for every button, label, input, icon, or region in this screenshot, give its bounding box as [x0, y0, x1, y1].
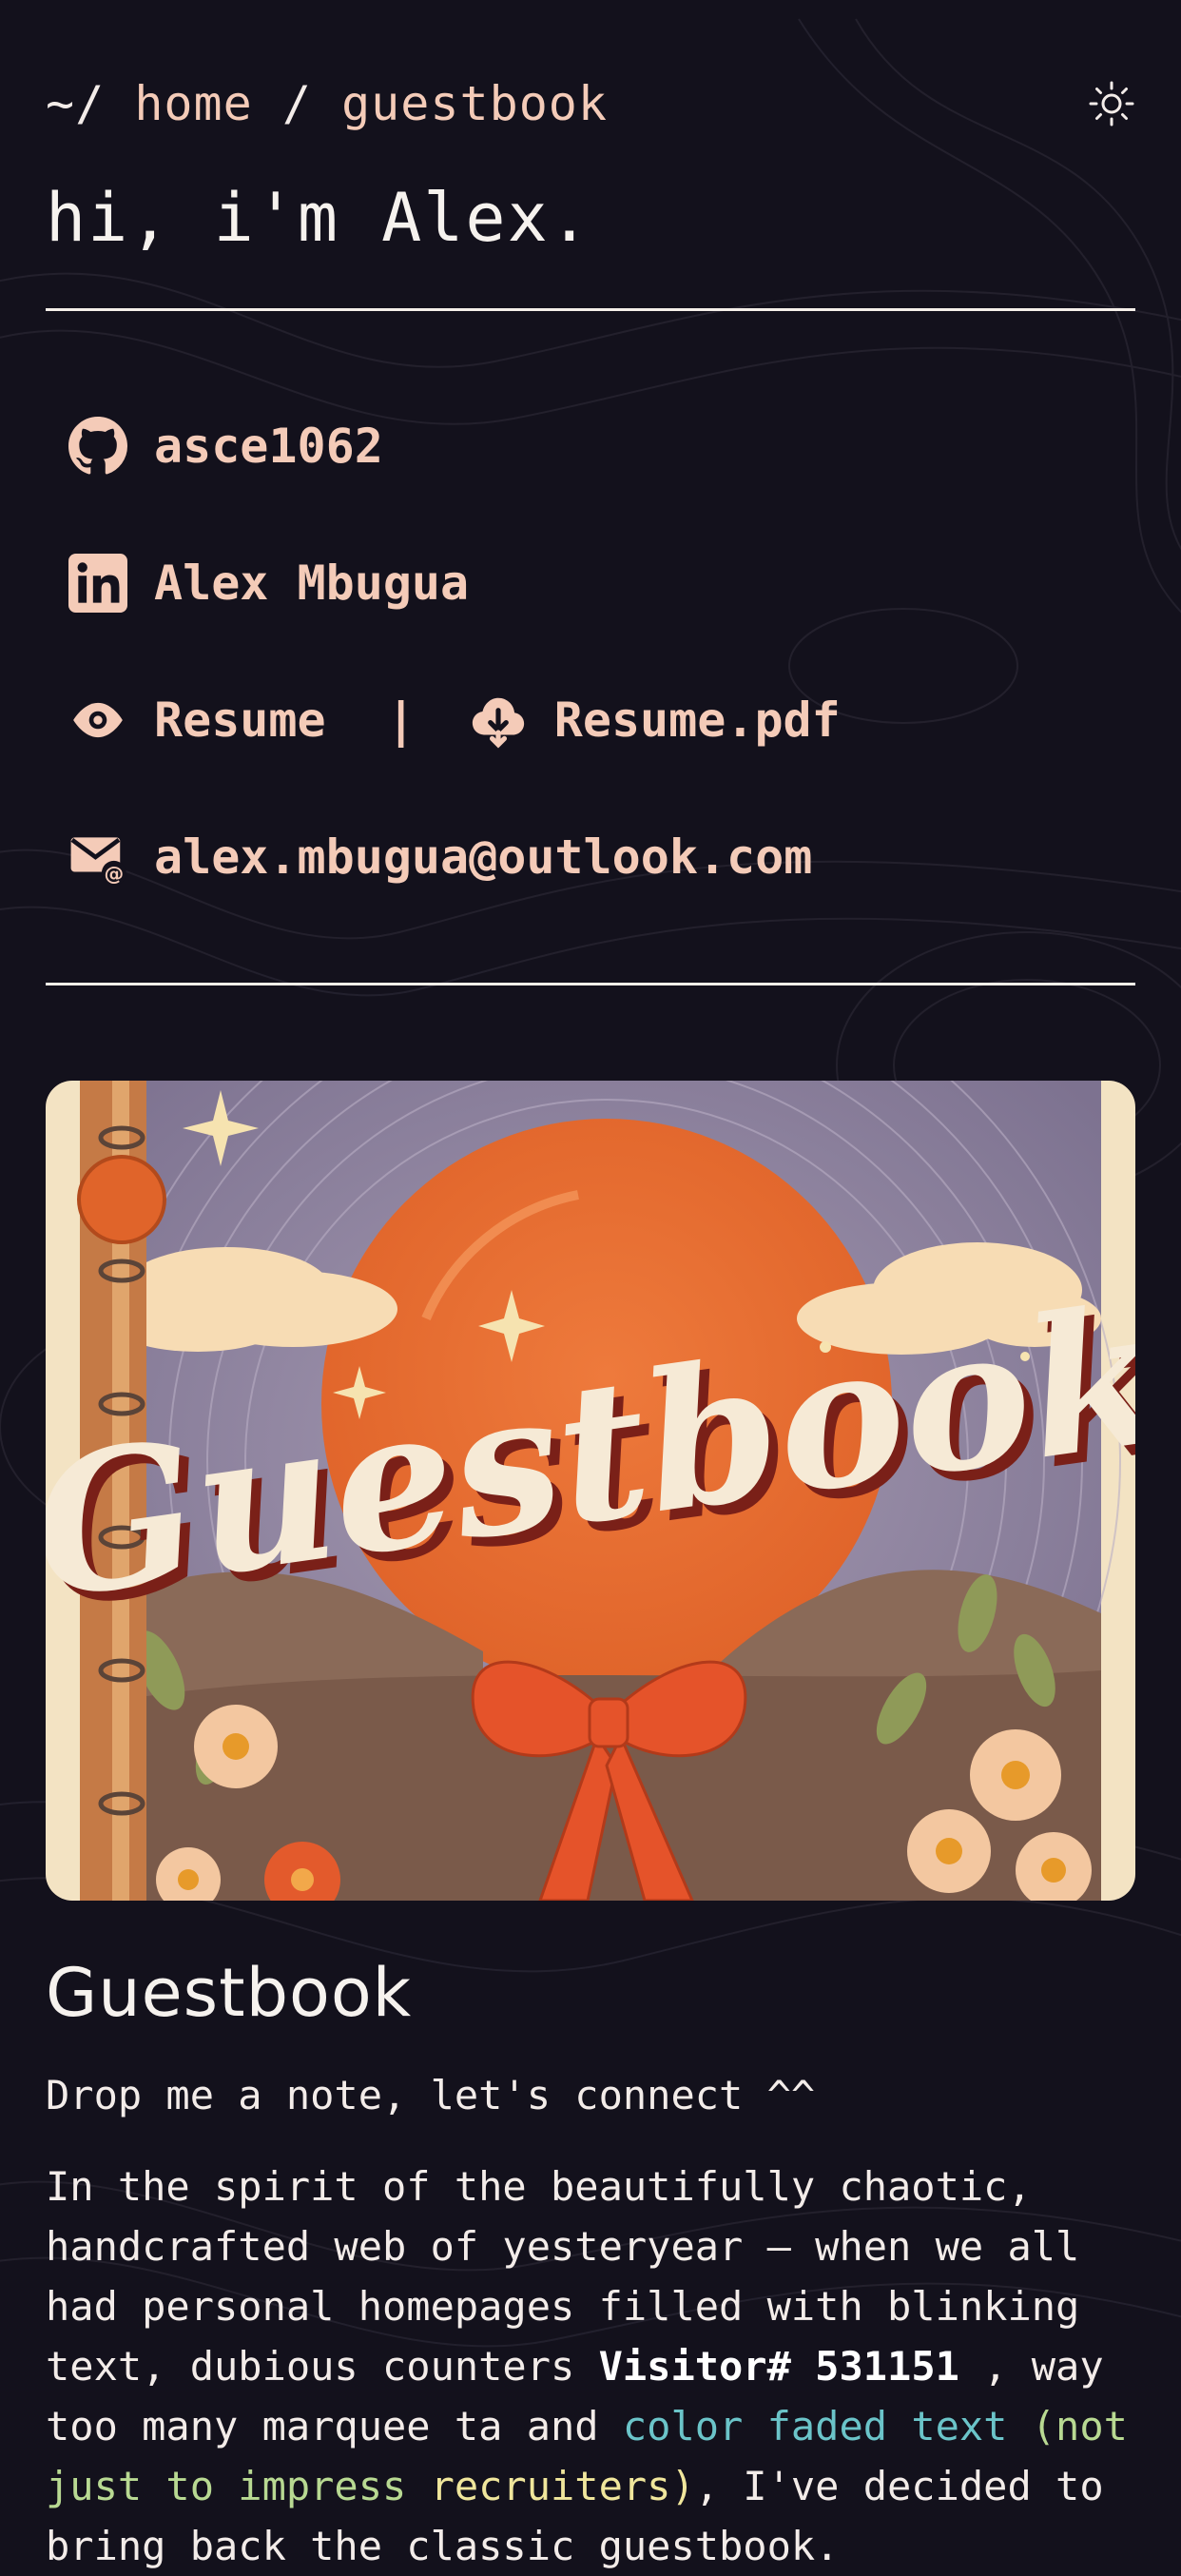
page-title: hi, i'm Alex.: [46, 179, 591, 257]
section-title: Guestbook: [46, 1954, 413, 2032]
github-icon: [68, 417, 127, 475]
github-link[interactable]: asce1062: [68, 378, 1113, 515]
guestbook-illustration: Guestbook Guestbook: [46, 1081, 1135, 1901]
resume-link[interactable]: Resume: [154, 693, 326, 748]
social-links: asce1062 Alex Mbugua Resume | Resume.pdf…: [46, 311, 1135, 983]
linkedin-label: Alex Mbugua: [154, 556, 470, 611]
resume-row: Resume | Resume.pdf: [68, 652, 1113, 789]
email-link[interactable]: @ alex.mbugua@outlook.com: [68, 789, 1113, 926]
intro-text-3: and: [502, 2403, 623, 2449]
breadcrumb-current[interactable]: guestbook: [341, 76, 608, 131]
breadcrumb-separator: /: [281, 76, 312, 131]
mail-icon: @: [70, 837, 126, 886]
guestbook-banner: Guestbook Guestbook: [46, 1081, 1135, 1901]
breadcrumb-home-link[interactable]: home: [134, 76, 252, 131]
divider-bottom: [46, 983, 1135, 986]
linkedin-icon: [68, 554, 127, 613]
tagline: Drop me a note, let's connect ^^: [46, 2072, 816, 2118]
top-bar: ~/ home / guestbook hi, i'm Alex.: [46, 0, 1135, 257]
linkedin-link[interactable]: Alex Mbugua: [68, 515, 1113, 652]
breadcrumb: ~/ home / guestbook: [46, 76, 608, 131]
visitor-counter: Visitor# 531151: [598, 2343, 959, 2390]
faded-text-1: color faded text: [622, 2403, 1008, 2449]
eye-icon[interactable]: [68, 691, 127, 750]
marquee-text: marquee ta: [261, 2403, 503, 2449]
email-label: alex.mbugua@outlook.com: [154, 829, 813, 885]
github-label: asce1062: [154, 419, 383, 474]
svg-text:@: @: [104, 863, 124, 886]
breadcrumb-root[interactable]: ~/: [46, 76, 105, 131]
sun-icon[interactable]: [1088, 80, 1135, 127]
intro-paragraph: In the spirit of the beautifully chaotic…: [46, 2156, 1149, 2576]
faded-text-3: recruiters): [430, 2463, 695, 2509]
link-separator: |: [386, 693, 416, 748]
cloud-download-icon[interactable]: [469, 691, 528, 750]
resume-pdf-link[interactable]: Resume.pdf: [554, 693, 841, 748]
